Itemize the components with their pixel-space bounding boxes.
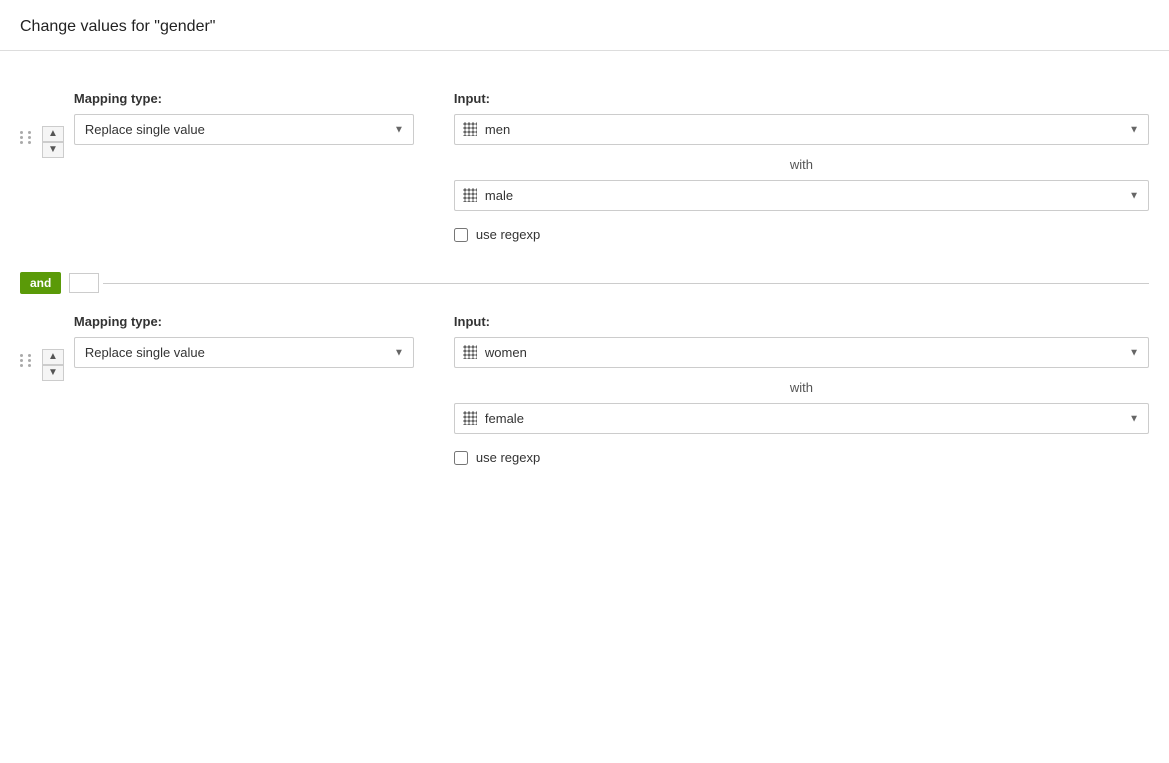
input-label-1: Input: (454, 91, 1149, 106)
input-select-wrapper-1: men women male female (454, 114, 1149, 145)
with-select-1[interactable]: male female men women (483, 181, 1140, 210)
use-regexp-label-2: use regexp (476, 450, 540, 465)
input-select-outer-1: men women male female ▼ (454, 114, 1149, 145)
with-select-outer-2: male female men women ▼ (454, 403, 1149, 434)
use-regexp-label-1: use regexp (476, 227, 540, 242)
separator-box (69, 273, 99, 293)
and-badge: and (20, 272, 61, 294)
reorder-down-button-2[interactable]: ▼ (42, 365, 64, 381)
with-select-2[interactable]: male female men women (483, 404, 1140, 433)
with-select-outer-1: male female men women ▼ (454, 180, 1149, 211)
separator-line (103, 283, 1149, 284)
reorder-buttons-1: ▲ ▼ (42, 126, 64, 158)
input-select-1[interactable]: men women male female (483, 115, 1140, 144)
grid-icon-input-2 (463, 345, 477, 359)
use-regexp-checkbox-2[interactable] (454, 451, 468, 465)
mapping-fields-1: Mapping type: Replace single value Repla… (74, 91, 1149, 242)
reorder-buttons-2: ▲ ▼ (42, 349, 64, 381)
mapping-block-2: ▲ ▼ Mapping type: Replace single value R… (20, 294, 1149, 495)
mapping-type-select-1[interactable]: Replace single value Replace multiple va… (74, 114, 414, 145)
input-label-2: Input: (454, 314, 1149, 329)
drag-handle-2[interactable] (20, 354, 34, 367)
reorder-up-button-1[interactable]: ▲ (42, 126, 64, 142)
mapping-type-label-2: Mapping type: (74, 314, 414, 329)
grid-icon-with-1 (463, 188, 477, 202)
with-select-wrapper-1: male female men women (454, 180, 1149, 211)
use-regexp-checkbox-1[interactable] (454, 228, 468, 242)
mapping-fields-2: Mapping type: Replace single value Repla… (74, 314, 1149, 465)
mapping-left-1: Mapping type: Replace single value Repla… (74, 91, 414, 145)
mapping-right-1: Input: men women male female ▼ with (454, 91, 1149, 242)
page-content: ▲ ▼ Mapping type: Replace single value R… (0, 51, 1169, 515)
separator-row: and (20, 272, 1149, 294)
grid-icon-with-2 (463, 411, 477, 425)
with-label-2: with (454, 368, 1149, 403)
drag-handle-1[interactable] (20, 131, 34, 144)
regexp-row-2: use regexp (454, 450, 1149, 465)
mapping-type-select-wrapper-2: Replace single value Replace multiple va… (74, 337, 414, 368)
reorder-down-button-1[interactable]: ▼ (42, 142, 64, 158)
with-label-1: with (454, 145, 1149, 180)
input-select-2[interactable]: men women male female (483, 338, 1140, 367)
reorder-up-button-2[interactable]: ▲ (42, 349, 64, 365)
mapping-type-select-2[interactable]: Replace single value Replace multiple va… (74, 337, 414, 368)
input-select-outer-2: men women male female ▼ (454, 337, 1149, 368)
page-header: Change values for "gender" (0, 0, 1169, 51)
drag-dots-2 (20, 354, 34, 367)
regexp-row-1: use regexp (454, 227, 1149, 242)
mapping-left-2: Mapping type: Replace single value Repla… (74, 314, 414, 368)
drag-dots-1 (20, 131, 34, 144)
grid-icon-input-1 (463, 122, 477, 136)
mapping-block-1: ▲ ▼ Mapping type: Replace single value R… (20, 71, 1149, 272)
page-title: Change values for "gender" (20, 18, 1149, 36)
mapping-type-select-wrapper-1: Replace single value Replace multiple va… (74, 114, 414, 145)
with-select-wrapper-2: male female men women (454, 403, 1149, 434)
mapping-type-label-1: Mapping type: (74, 91, 414, 106)
mapping-right-2: Input: men women male female ▼ with (454, 314, 1149, 465)
input-select-wrapper-2: men women male female (454, 337, 1149, 368)
